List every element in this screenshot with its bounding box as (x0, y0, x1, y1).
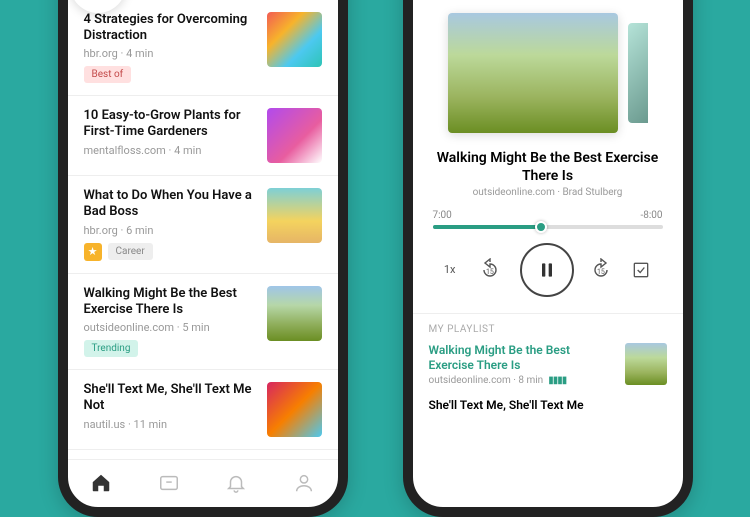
time-remaining: -8:00 (640, 210, 662, 221)
star-icon: ★ (84, 243, 102, 261)
item-title: Walking Might Be the Best Exercise There… (84, 286, 257, 319)
list-item[interactable]: She'll Text Me, She'll Text Me Not nautil… (68, 370, 338, 450)
playlist-item[interactable]: She'll Text Me, She'll Text Me (429, 398, 667, 440)
item-thumbnail (267, 12, 322, 67)
time-elapsed: 7:00 (433, 210, 452, 221)
forward-15-button[interactable]: 15 (589, 258, 617, 282)
progress: 7:00 -8:00 (413, 198, 683, 233)
playlist-section: MY PLAYLIST Walking Might Be the Best Ex… (413, 313, 683, 452)
bottom-nav (68, 459, 338, 507)
item-title: What to Do When You Have a Bad Boss (84, 188, 257, 221)
phone-list: ▮▮▮▮ My List 4 Strategies for Overcoming… (58, 0, 348, 517)
item-meta: outsideonline.com · 5 min (84, 321, 257, 334)
playlist-item-thumbnail (625, 343, 667, 385)
article-list[interactable]: 4 Strategies for Overcoming Distraction h… (68, 0, 338, 459)
playlist-item-title: Walking Might Be the Best Exercise There… (429, 343, 615, 373)
nav-profile[interactable] (293, 472, 315, 494)
item-title: 10 Easy-to-Grow Plants for First-Time Ga… (84, 108, 257, 141)
playlist-item-thumbnail (625, 398, 667, 440)
seek-fill (433, 225, 541, 229)
forward-15-icon: 15 (589, 258, 613, 282)
chip-career: Career (108, 243, 153, 260)
archive-button[interactable] (631, 260, 659, 280)
player-controls: 1x 15 15 (413, 233, 683, 313)
list-item[interactable]: 10 Easy-to-Grow Plants for First-Time Ga… (68, 96, 338, 176)
nav-saved[interactable] (158, 472, 180, 494)
nav-home[interactable] (90, 472, 112, 494)
list-item[interactable]: Walking Might Be the Best Exercise There… (68, 274, 338, 371)
list-item[interactable]: What to Do When You Have a Bad Boss hbr.o… (68, 176, 338, 274)
svg-text:15: 15 (597, 268, 605, 276)
item-meta: hbr.org · 4 min (84, 47, 257, 60)
seek-bar[interactable] (433, 225, 663, 229)
item-meta: hbr.org · 6 min (84, 224, 257, 237)
play-pause-button[interactable] (520, 243, 574, 297)
track-meta: outsideonline.com · Brad Stulberg (413, 187, 683, 198)
rewind-15-icon: 15 (478, 258, 502, 282)
track-author: Brad Stulberg (562, 187, 622, 198)
playlist-header: MY PLAYLIST (429, 324, 667, 335)
speed-button[interactable]: 1x (436, 263, 464, 276)
item-thumbnail (267, 188, 322, 243)
item-thumbnail (267, 382, 322, 437)
item-meta: mentalfloss.com · 4 min (84, 144, 257, 157)
playlist[interactable]: Walking Might Be the Best Exercise There… (429, 343, 667, 440)
svg-text:15: 15 (486, 268, 494, 276)
pause-icon (537, 260, 557, 280)
track-title: Walking Might Be the Best Exercise There… (413, 141, 683, 187)
item-meta: nautil.us · 11 min (84, 418, 257, 431)
playlist-item-meta: outsideonline.com · 8 min▮▮▮▮ (429, 375, 615, 386)
now-playing-icon: ▮▮▮▮ (548, 375, 566, 386)
nav-notifications[interactable] (225, 472, 247, 494)
seek-knob[interactable] (535, 221, 547, 233)
next-track-artwork[interactable] (628, 23, 648, 123)
item-thumbnail (267, 108, 322, 163)
chip-trending: Trending (84, 340, 139, 357)
track-source: outsideonline.com (473, 187, 555, 198)
item-title: She'll Text Me, She'll Text Me Not (84, 382, 257, 415)
archive-icon (631, 260, 651, 280)
artwork-row (413, 0, 683, 141)
track-artwork[interactable] (448, 13, 618, 133)
rewind-15-button[interactable]: 15 (478, 258, 506, 282)
playlist-item-title: She'll Text Me, She'll Text Me (429, 398, 615, 413)
list-item[interactable]: 4 Strategies for Overcoming Distraction h… (68, 0, 338, 96)
chip-bestof: Best of (84, 66, 132, 83)
phone-player: ▮▮▮▮ Playing From My List Walking Might … (403, 0, 693, 517)
item-title: 4 Strategies for Overcoming Distraction (84, 12, 257, 45)
playlist-item[interactable]: Walking Might Be the Best Exercise There… (429, 343, 667, 386)
item-thumbnail (267, 286, 322, 341)
